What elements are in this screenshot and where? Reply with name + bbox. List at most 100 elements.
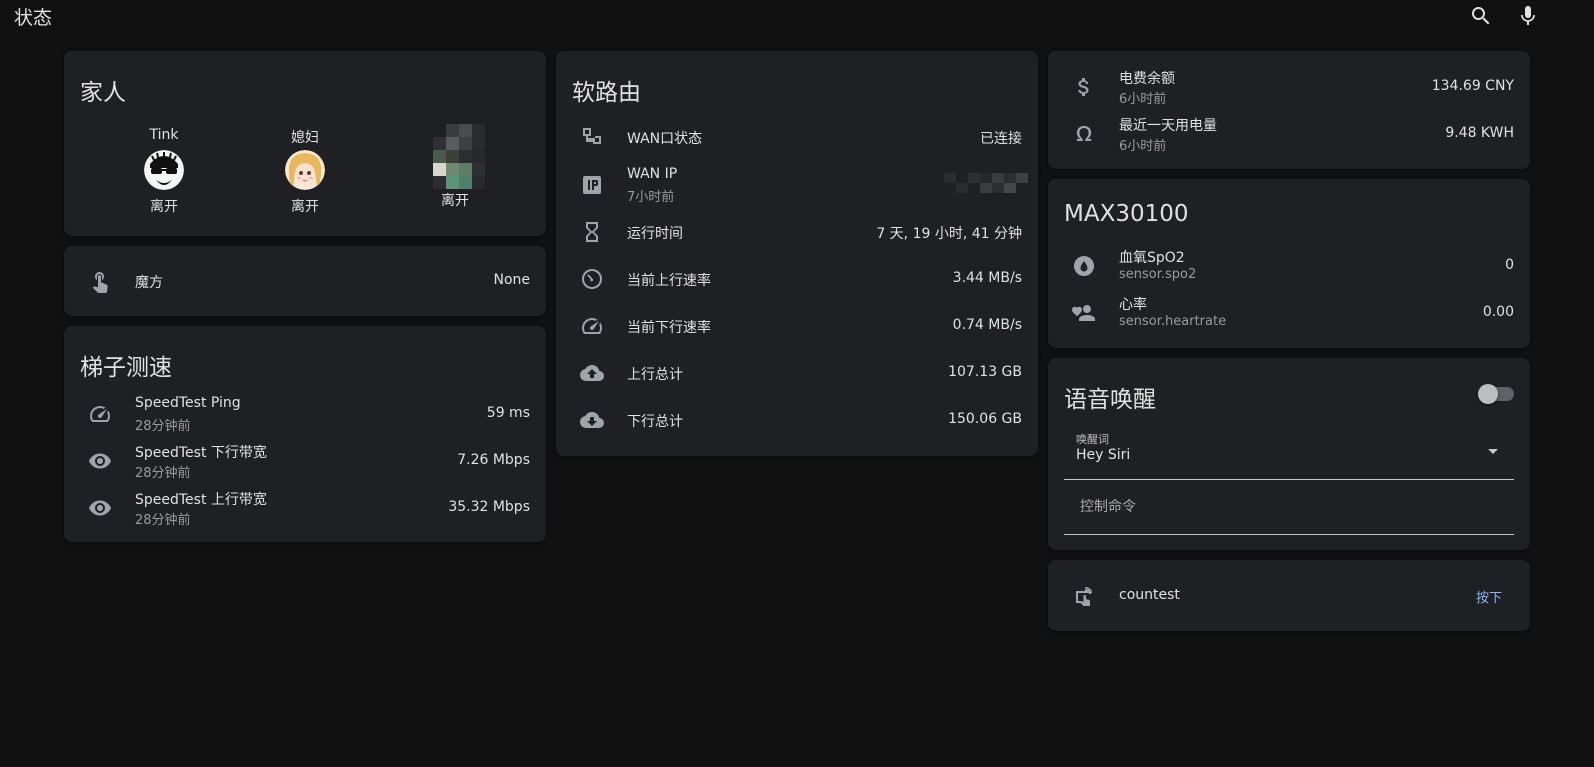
account-heart-icon (1072, 301, 1096, 325)
pixelated-avatar (433, 150, 485, 189)
gesture-tap-button-icon (1072, 584, 1096, 608)
row-label: 上行总计 (627, 367, 683, 383)
speedtest-download-row[interactable]: SpeedTest 下行带宽 28分钟前 7.26 Mbps (64, 439, 546, 483)
cube-value: None (493, 272, 530, 288)
row-label: 运行时间 (627, 226, 683, 242)
wake-word-select[interactable]: 唤醒词 Hey Siri (1064, 421, 1514, 480)
person-blurred[interactable]: 离开 (400, 124, 510, 210)
toggle-thumb (1478, 384, 1498, 404)
router-wan-ip-row[interactable]: WAN IP 7小时前 (556, 163, 1038, 207)
eye-icon (88, 496, 112, 520)
person-name: 媳妇 (291, 130, 319, 146)
row-value: 0.00 (1482, 304, 1514, 320)
row-value: 59 ms (486, 405, 530, 421)
hourglass-icon (580, 220, 604, 244)
family-card-title: 家人 (80, 80, 126, 106)
heartrate-row[interactable]: 心率 sensor.heartrate 0.00 (1048, 291, 1530, 335)
router-upload-total-row[interactable]: 上行总计 107.13 GB (556, 351, 1038, 395)
person-state: 离开 (441, 193, 469, 209)
control-command-field (1064, 480, 1514, 535)
row-timestamp: 6小时前 (1119, 92, 1167, 107)
voice-wake-card-title: 语音唤醒 (1064, 387, 1156, 413)
row-value: 7.26 Mbps (457, 452, 530, 468)
speedtest-card: 梯子测速 SpeedTest Ping 28分钟前 59 ms SpeedTes… (64, 326, 546, 542)
row-label: WAN IP (627, 166, 678, 182)
row-entity-id: sensor.heartrate (1119, 314, 1227, 329)
person-state: 离开 (291, 199, 319, 215)
speedometer-icon (580, 314, 604, 338)
row-label: WAN口状态 (627, 131, 703, 147)
countest-row: countest 按下 (1048, 574, 1530, 618)
speedtest-upload-row[interactable]: SpeedTest 上行带宽 28分钟前 35.32 Mbps (64, 486, 546, 530)
voice-wake-card: 语音唤醒 唤醒词 Hey Siri (1048, 358, 1530, 550)
page-title: 状态 (14, 7, 53, 29)
row-value: 107.13 GB (948, 364, 1022, 380)
person-wife[interactable]: 媳妇 离开 (250, 127, 360, 216)
row-label: SpeedTest Ping (135, 395, 241, 411)
row-entity-id: sensor.spo2 (1119, 267, 1197, 282)
gesture-tap-icon (88, 269, 112, 293)
speedtest-card-title: 梯子测速 (80, 355, 172, 381)
avatar (144, 150, 184, 190)
row-value: 9.48 KWH (1445, 125, 1514, 141)
press-button[interactable]: 按下 (1476, 587, 1502, 606)
network-lan-icon (580, 125, 604, 149)
cube-card: 魔方 None (64, 246, 546, 316)
power-usage-row[interactable]: 最近一天用电量 6小时前 9.48 KWH (1048, 112, 1530, 156)
router-upload-rate-row[interactable]: 当前上行速率 3.44 MB/s (556, 257, 1038, 301)
power-balance-row[interactable]: 电费余额 6小时前 134.69 CNY (1048, 65, 1530, 109)
cloud-upload-icon (580, 361, 604, 385)
wake-word-label: 唤醒词 (1076, 433, 1109, 446)
family-card: 家人 Tink 离开 媳妇 离开 离开 (64, 51, 546, 236)
omega-icon (1072, 122, 1096, 146)
row-label: SpeedTest 下行带宽 (135, 445, 267, 461)
control-command-input[interactable] (1064, 480, 1514, 534)
row-label: 下行总计 (627, 414, 683, 430)
ip-icon (580, 173, 604, 197)
router-card: 软路由 WAN口状态 已连接 WAN IP 7小时前 运行时间 7 天, 19 … (556, 51, 1038, 456)
row-label: 最近一天用电量 (1119, 118, 1217, 134)
row-value: 150.06 GB (948, 411, 1022, 427)
speedtest-ping-row[interactable]: SpeedTest Ping 28分钟前 59 ms (64, 392, 546, 436)
router-download-total-row[interactable]: 下行总计 150.06 GB (556, 398, 1038, 442)
top-app-bar: 状态 (0, 0, 1594, 36)
row-value: 0 (1505, 257, 1514, 273)
row-value: 3.44 MB/s (952, 270, 1022, 286)
person-state: 离开 (150, 199, 178, 215)
avatar (285, 150, 325, 190)
eye-icon (88, 449, 112, 473)
cube-label: 魔方 (135, 275, 163, 291)
person-name: Tink (149, 127, 179, 143)
water-drop-icon (1072, 254, 1096, 278)
row-label: 心率 (1119, 297, 1147, 313)
person-tink[interactable]: Tink 离开 (109, 127, 219, 216)
pixelated-ip-value (944, 173, 1028, 193)
row-label: 电费余额 (1119, 71, 1175, 87)
chevron-down-icon[interactable] (1488, 449, 1498, 454)
row-value: 0.74 MB/s (952, 317, 1022, 333)
row-label: 当前上行速率 (627, 273, 711, 289)
row-timestamp: 7小时前 (627, 190, 675, 205)
power-card: 电费余额 6小时前 134.69 CNY 最近一天用电量 6小时前 9.48 K… (1048, 51, 1530, 169)
row-value: 已连接 (980, 131, 1022, 147)
row-label: 当前下行速率 (627, 320, 711, 336)
row-timestamp: 28分钟前 (135, 419, 191, 434)
row-value: 134.69 CNY (1431, 78, 1514, 94)
pixelated-name (433, 124, 485, 150)
currency-usd-icon (1072, 75, 1096, 99)
row-timestamp: 28分钟前 (135, 466, 191, 481)
router-download-rate-row[interactable]: 当前下行速率 0.74 MB/s (556, 304, 1038, 348)
max30100-card: MAX30100 血氧SpO2 sensor.spo2 0 心率 sensor.… (1048, 179, 1530, 348)
spo2-row[interactable]: 血氧SpO2 sensor.spo2 0 (1048, 244, 1530, 288)
microphone-icon[interactable] (1516, 4, 1540, 28)
countest-card: countest 按下 (1048, 560, 1530, 631)
router-wan-status-row[interactable]: WAN口状态 已连接 (556, 115, 1038, 159)
max30100-card-title: MAX30100 (1064, 201, 1189, 227)
search-icon[interactable] (1469, 4, 1493, 28)
router-uptime-row[interactable]: 运行时间 7 天, 19 小时, 41 分钟 (556, 210, 1038, 254)
row-value: 35.32 Mbps (448, 499, 530, 515)
voice-wake-toggle[interactable] (1478, 380, 1514, 404)
row-label: 血氧SpO2 (1119, 250, 1185, 266)
cube-row[interactable]: 魔方 None (64, 259, 546, 303)
row-value: 7 天, 19 小时, 41 分钟 (876, 226, 1022, 242)
